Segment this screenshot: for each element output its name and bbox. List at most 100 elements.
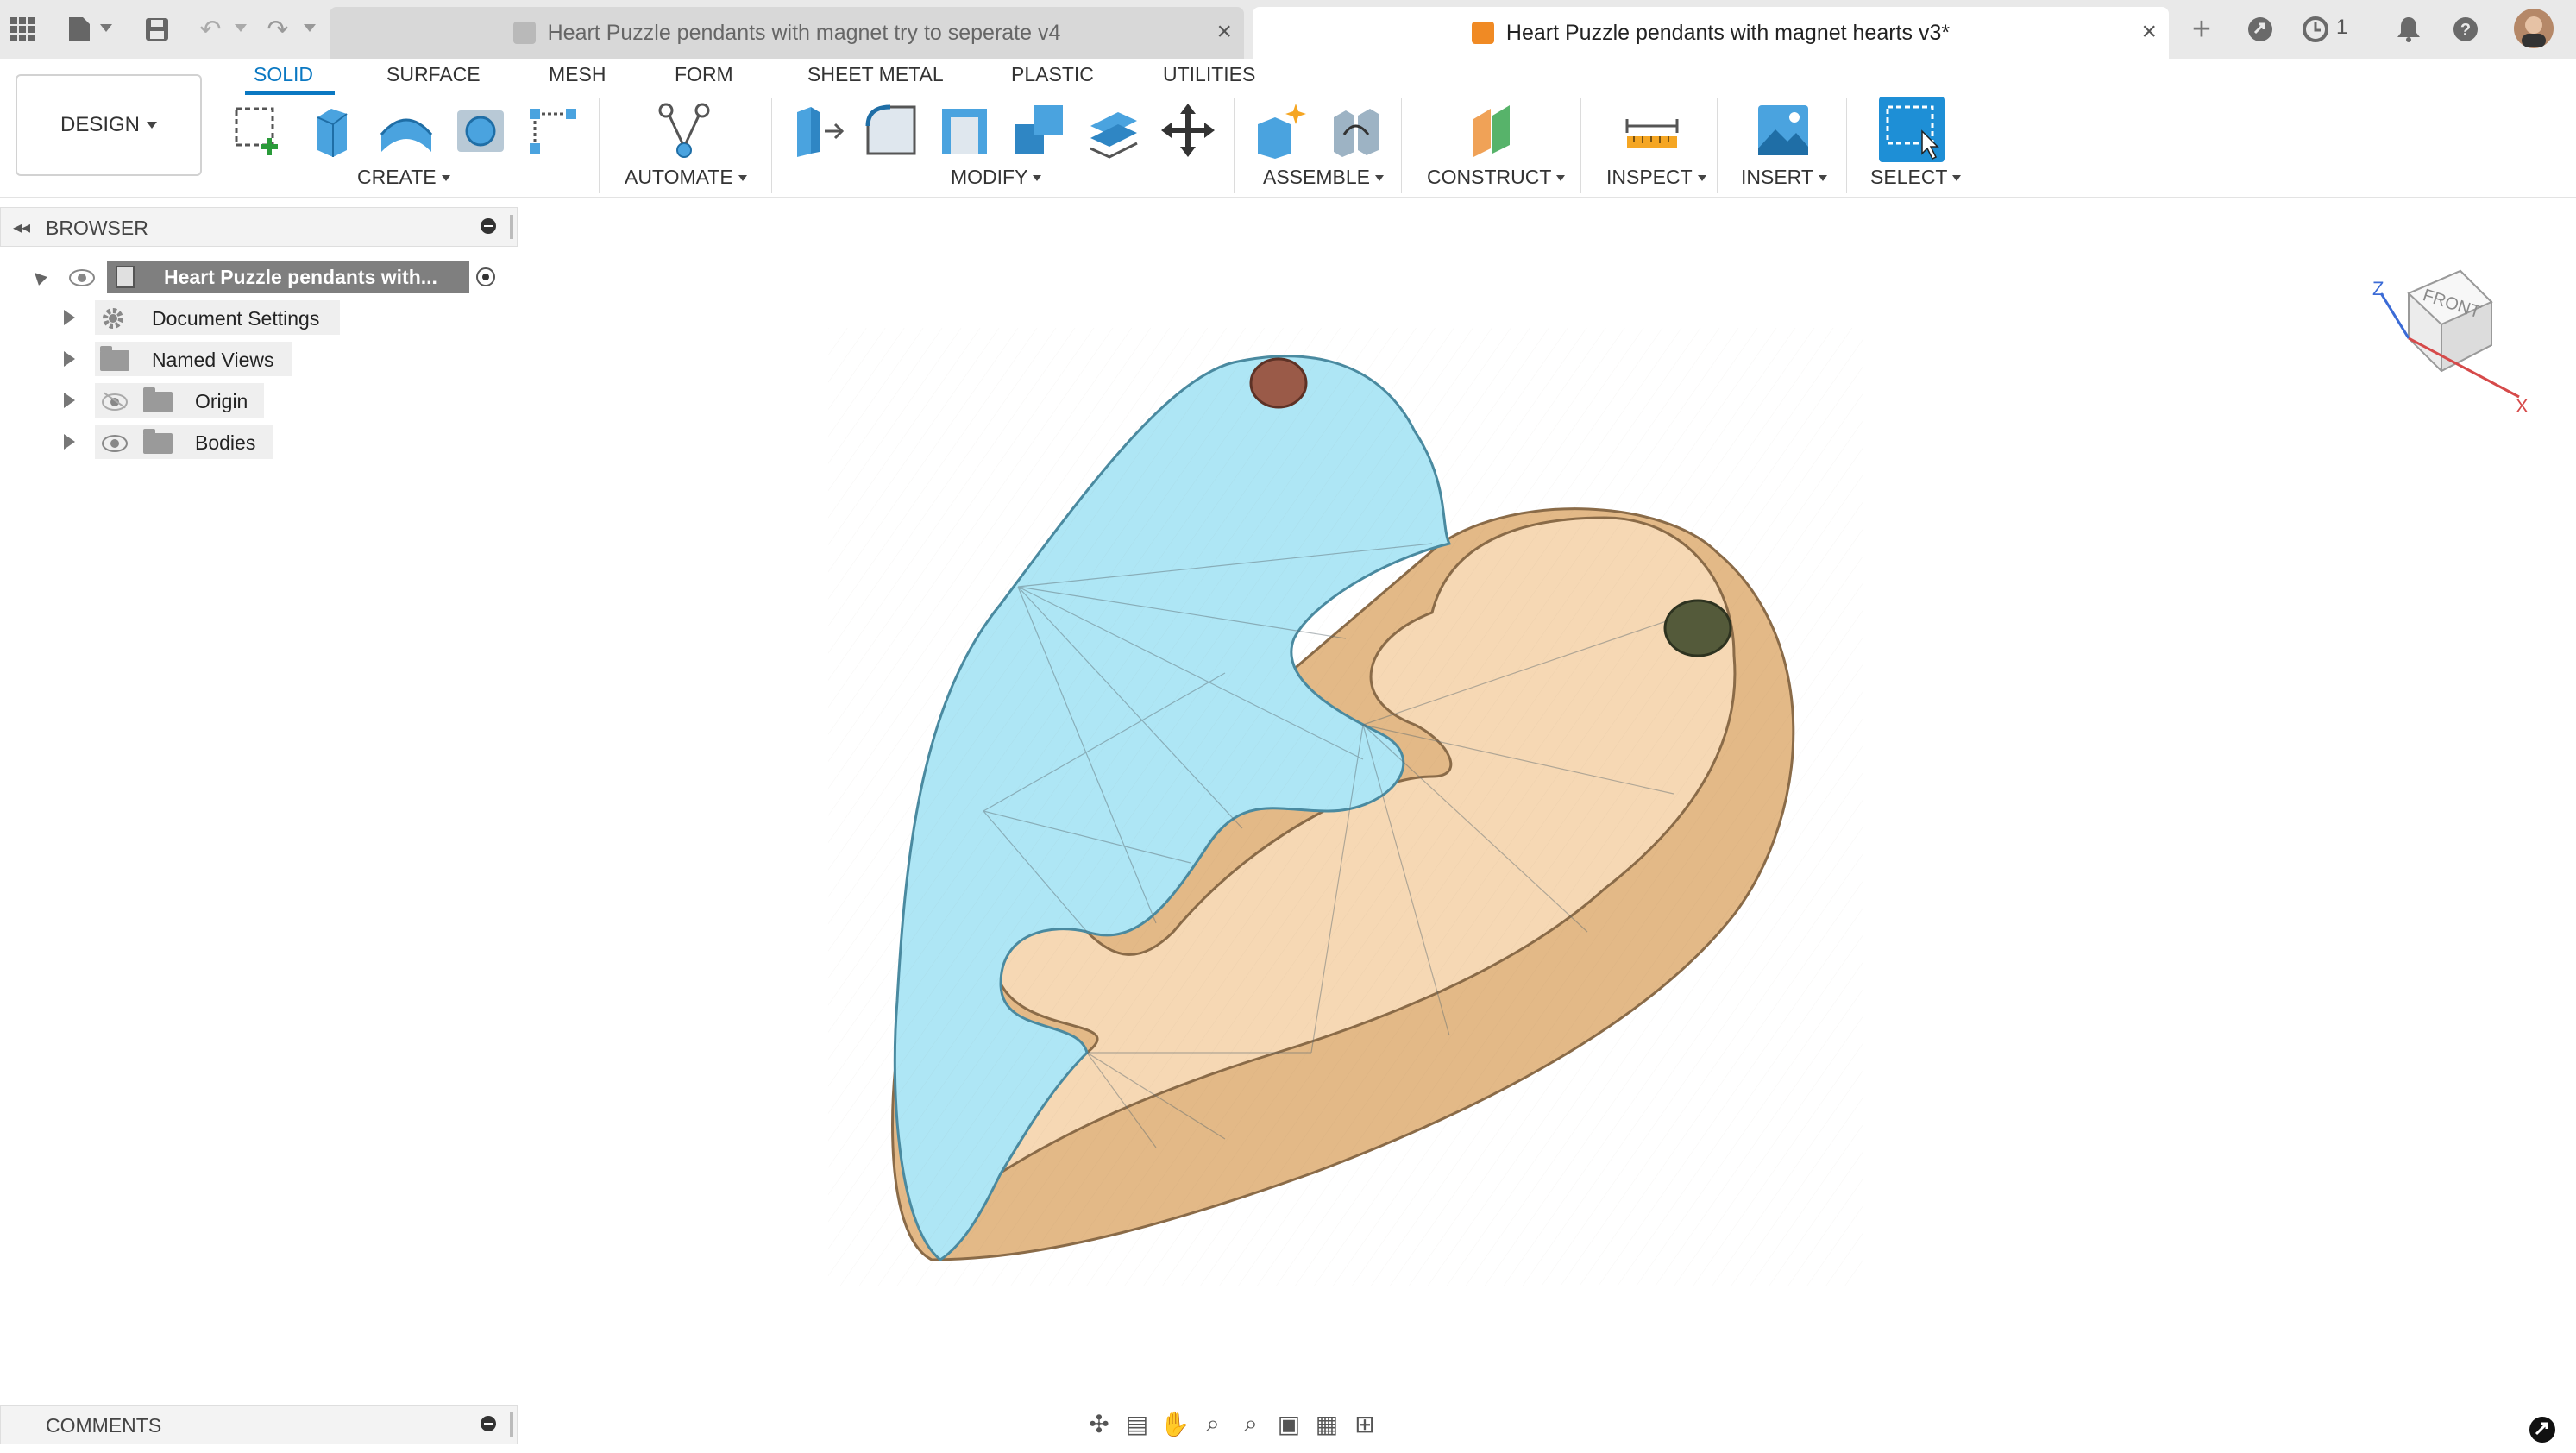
press-pull-icon[interactable] <box>787 100 847 160</box>
tab-surface[interactable]: SURFACE <box>386 59 481 90</box>
collapse-triangle-icon[interactable] <box>30 268 47 286</box>
extensions-icon[interactable] <box>2243 12 2278 47</box>
look-at-icon[interactable]: ▤ <box>1118 1405 1156 1443</box>
select-menu[interactable]: SELECT <box>1870 166 1961 189</box>
panel-resize-handle[interactable] <box>510 1412 513 1437</box>
fillet-icon[interactable] <box>861 100 921 160</box>
zoom-icon[interactable]: ⌕ <box>1194 1405 1232 1443</box>
active-tab-indicator <box>245 91 335 95</box>
file-menu-caret[interactable] <box>100 24 112 32</box>
move-icon[interactable] <box>1158 100 1218 160</box>
assemble-menu[interactable]: ASSEMBLE <box>1263 166 1384 189</box>
tab-form[interactable]: FORM <box>675 59 733 90</box>
construct-menu[interactable]: CONSTRUCT <box>1427 166 1565 189</box>
automate-icon[interactable] <box>654 100 714 160</box>
expand-triangle-icon[interactable] <box>64 434 75 450</box>
tab-sheet-metal[interactable]: SHEET METAL <box>807 59 944 90</box>
notifications-bell-icon[interactable] <box>2391 12 2426 47</box>
group-divider <box>1717 98 1718 193</box>
view-cube[interactable]: FRONT Z X <box>2364 242 2536 414</box>
workspace-label: DESIGN <box>60 113 140 136</box>
chevron-down-icon <box>147 122 157 129</box>
mesh-overlay <box>828 328 1863 1286</box>
tree-item-document-settings[interactable]: Document Settings <box>0 300 518 335</box>
close-icon[interactable]: × <box>1216 17 1232 47</box>
group-divider <box>1401 98 1402 193</box>
extrude-icon[interactable] <box>302 100 362 160</box>
tab-solid[interactable]: SOLID <box>254 59 313 90</box>
new-tab-icon[interactable]: + <box>2184 11 2219 47</box>
feedback-icon[interactable] <box>2528 1415 2557 1444</box>
model-canvas[interactable] <box>828 328 1863 1286</box>
expand-triangle-icon[interactable] <box>64 310 75 325</box>
job-status-icon[interactable] <box>2298 12 2333 47</box>
expand-triangle-icon[interactable] <box>64 393 75 408</box>
gear-icon <box>103 308 123 329</box>
select-window-icon[interactable] <box>1879 97 1945 162</box>
app-grid-icon[interactable] <box>5 12 40 47</box>
tree-item-named-views[interactable]: Named Views <box>0 342 518 376</box>
combine-icon[interactable] <box>1009 100 1070 160</box>
browser-panel-header: ◂◂ BROWSER <box>0 207 518 247</box>
group-divider <box>1234 98 1235 193</box>
tree-item-label: Named Views <box>152 349 274 371</box>
hole-icon[interactable] <box>450 100 511 160</box>
undo-caret[interactable] <box>235 24 247 32</box>
viewports-icon[interactable]: ⊞ <box>1346 1405 1384 1443</box>
tree-item-bodies[interactable]: Bodies <box>0 425 518 459</box>
create-menu[interactable]: CREATE <box>357 166 450 189</box>
pattern-icon[interactable] <box>525 100 585 160</box>
tree-item-origin[interactable]: Origin <box>0 383 518 418</box>
axis-z-label: Z <box>2372 278 2384 299</box>
display-settings-icon[interactable]: ▣ <box>1270 1405 1308 1443</box>
joint-icon[interactable] <box>1325 100 1385 160</box>
measure-icon[interactable] <box>1622 100 1682 160</box>
axis-x-label: X <box>2516 395 2529 414</box>
offset-plane-icon[interactable] <box>1463 100 1524 160</box>
tab-title: Heart Puzzle pendants with magnet try to… <box>547 20 1061 45</box>
undo-icon[interactable]: ↶ <box>193 12 228 47</box>
redo-icon[interactable]: ↷ <box>261 12 295 47</box>
expand-triangle-icon[interactable] <box>64 351 75 367</box>
close-icon[interactable]: × <box>2141 17 2157 47</box>
document-tab-active[interactable]: Heart Puzzle pendants with magnet hearts… <box>1253 7 2169 59</box>
automate-menu[interactable]: AUTOMATE <box>625 166 747 189</box>
file-icon[interactable] <box>62 12 97 47</box>
activate-radio-icon[interactable] <box>476 267 495 286</box>
tab-plastic[interactable]: PLASTIC <box>1011 59 1094 90</box>
minimize-panel-icon[interactable] <box>481 218 496 234</box>
workspace-switcher-button[interactable]: DESIGN <box>16 74 202 176</box>
job-count: 1 <box>2336 16 2348 39</box>
modify-menu[interactable]: MODIFY <box>951 166 1041 189</box>
redo-caret[interactable] <box>304 24 316 32</box>
magnet-hole-right[interactable] <box>1663 599 1732 657</box>
tab-mesh[interactable]: MESH <box>549 59 606 90</box>
tab-utilities[interactable]: UTILITIES <box>1163 59 1255 90</box>
insert-image-icon[interactable] <box>1753 100 1813 160</box>
shell-icon[interactable] <box>935 100 996 160</box>
insert-menu[interactable]: INSERT <box>1741 166 1827 189</box>
grid-settings-icon[interactable]: ▦ <box>1308 1405 1346 1443</box>
collapse-panel-icon[interactable]: ◂◂ <box>13 217 30 238</box>
pan-hand-icon[interactable]: ✋ <box>1156 1405 1194 1443</box>
create-sketch-icon[interactable] <box>228 100 288 160</box>
panel-resize-handle[interactable] <box>510 215 513 239</box>
add-comment-icon[interactable] <box>481 1416 496 1431</box>
magnet-hole-top[interactable] <box>1249 357 1308 409</box>
offset-face-icon[interactable] <box>1084 100 1144 160</box>
tab-title: Heart Puzzle pendants with magnet hearts… <box>1505 20 1951 45</box>
orbit-icon[interactable]: ✣ <box>1080 1405 1118 1443</box>
document-tab-inactive[interactable]: Heart Puzzle pendants with magnet try to… <box>330 7 1244 59</box>
tree-root[interactable]: Heart Puzzle pendants with... <box>0 259 518 295</box>
help-icon[interactable]: ? <box>2448 12 2483 47</box>
inspect-menu[interactable]: INSPECT <box>1606 166 1706 189</box>
new-component-icon[interactable] <box>1251 100 1311 160</box>
save-icon[interactable] <box>140 12 174 47</box>
zoom-window-icon[interactable]: ⌕ <box>1232 1405 1270 1443</box>
revolve-icon[interactable] <box>376 100 437 160</box>
visibility-eye-icon[interactable] <box>102 435 128 452</box>
folder-icon <box>143 429 173 454</box>
visibility-eye-icon[interactable] <box>69 269 95 286</box>
comments-panel-header[interactable]: COMMENTS <box>0 1405 518 1444</box>
avatar[interactable] <box>2512 7 2555 50</box>
